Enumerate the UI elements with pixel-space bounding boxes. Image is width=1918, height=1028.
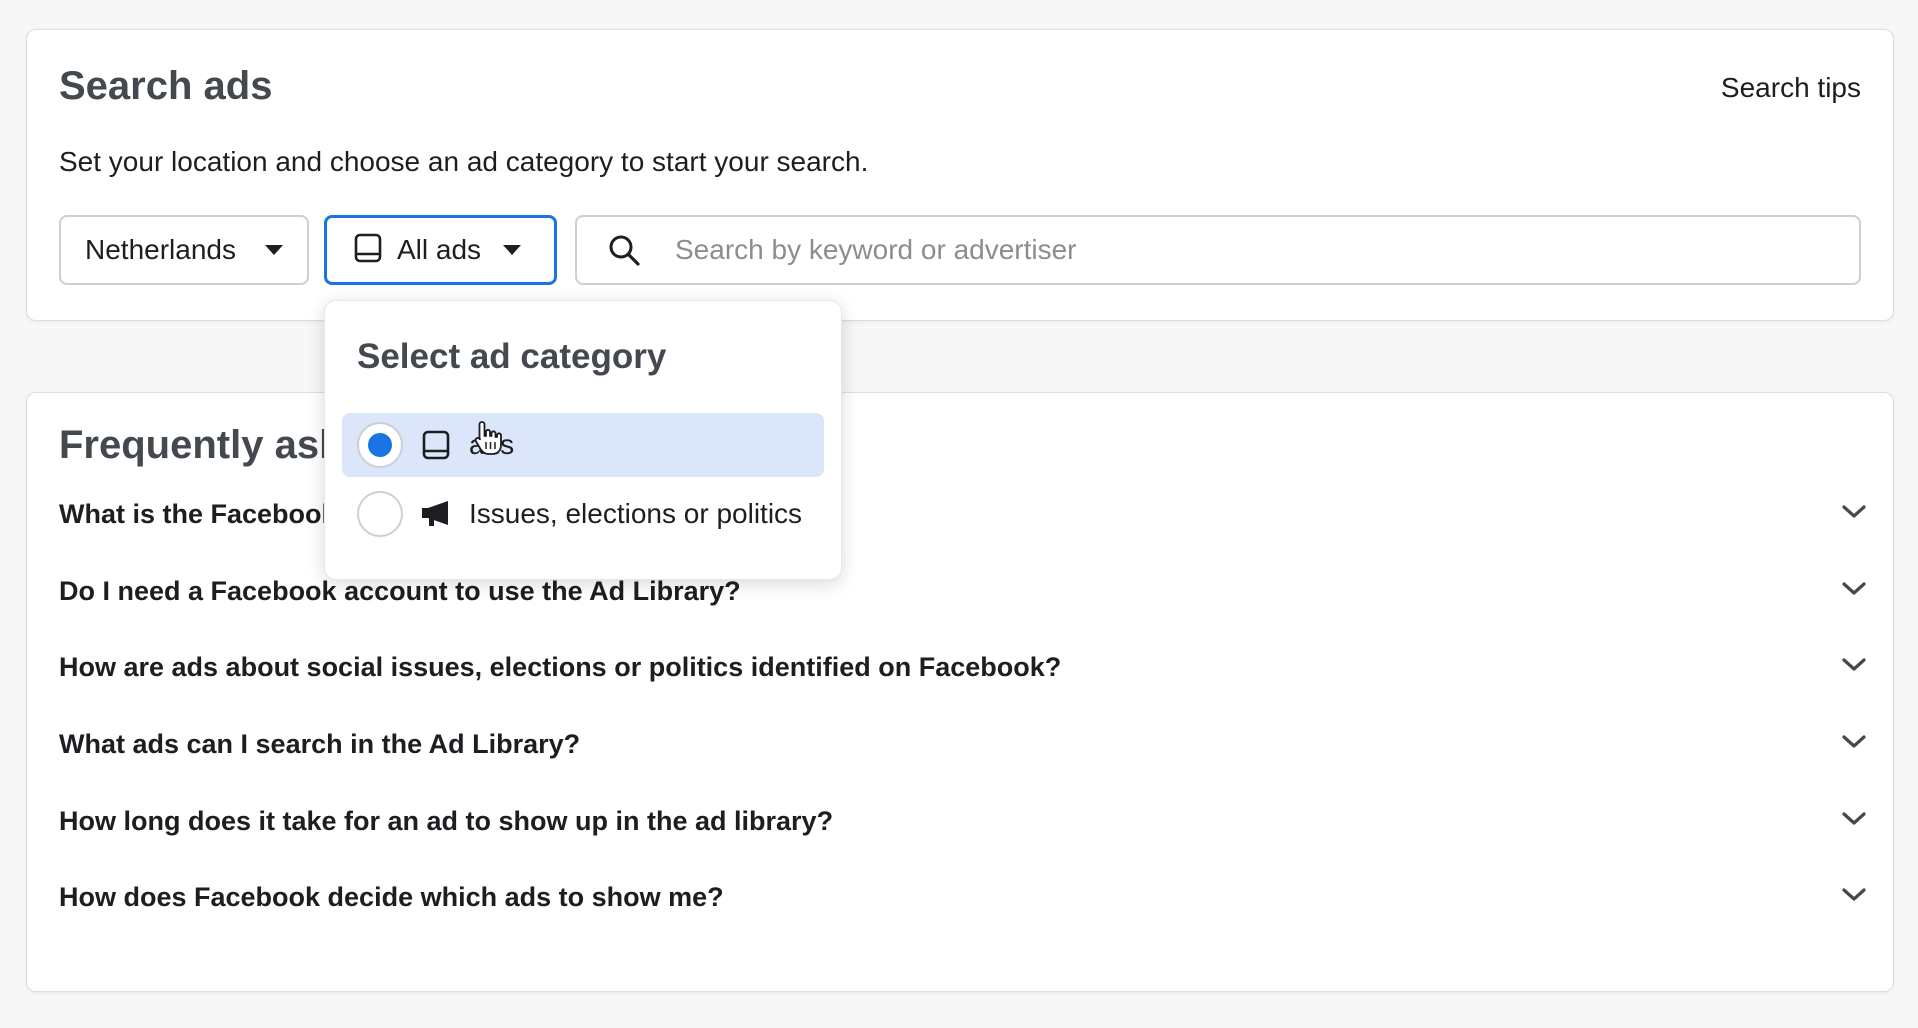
search-input[interactable] [673, 233, 1777, 267]
search-box[interactable] [575, 215, 1861, 285]
chevron-down-icon [1841, 504, 1867, 525]
faq-question: What is the Facebook [59, 498, 337, 529]
category-option-issues-elections-politics[interactable]: Issues, elections or politics [342, 482, 824, 546]
ad-category-dropdown: Select ad category ads Issues, elections… [324, 300, 842, 580]
faq-question: What ads can I search in the Ad Library? [59, 728, 581, 759]
faq-question: How are ads about social issues, electio… [59, 651, 1062, 682]
chevron-down-icon [1841, 657, 1867, 678]
dropdown-title: Select ad category [357, 337, 667, 376]
search-panel-subtitle: Set your location and choose an ad categ… [59, 146, 869, 177]
faq-question: How does Facebook decide which ads to sh… [59, 881, 724, 912]
chevron-down-icon [1841, 887, 1867, 908]
faq-panel: Frequently ask What is the Facebook Do I… [26, 392, 1894, 992]
faq-item[interactable]: What ads can I search in the Ad Library? [59, 714, 1867, 774]
faq-item[interactable]: How are ads about social issues, electio… [59, 637, 1867, 697]
ad-category-value: All ads [397, 234, 482, 265]
chevron-down-icon [1841, 734, 1867, 755]
hand-cursor-icon [473, 420, 503, 461]
ad-category-select[interactable]: All ads [324, 215, 557, 285]
faq-question: How long does it take for an ad to show … [59, 805, 834, 836]
search-panel-title: Search ads [59, 64, 273, 108]
radio-button[interactable] [357, 491, 403, 537]
faq-question: Do I need a Facebook account to use the … [59, 575, 741, 606]
tablet-icon [353, 233, 383, 268]
category-option-all-ads[interactable]: ads [342, 413, 824, 477]
country-select-value: Netherlands [85, 234, 236, 265]
faq-item[interactable]: How long does it take for an ad to show … [59, 791, 1867, 851]
megaphone-icon [421, 499, 451, 529]
option-label: Issues, elections or politics [469, 498, 803, 529]
tablet-icon [421, 430, 451, 460]
search-panel: Search ads Search tips Set your location… [26, 29, 1894, 321]
faq-item[interactable]: How does Facebook decide which ads to sh… [59, 867, 1867, 927]
caret-down-icon [503, 245, 522, 255]
chevron-down-icon [1841, 811, 1867, 832]
caret-down-icon [265, 245, 283, 255]
search-tips-link[interactable]: Search tips [1721, 72, 1861, 104]
search-icon [607, 233, 641, 267]
chevron-down-icon [1841, 581, 1867, 602]
country-select[interactable]: Netherlands [59, 215, 309, 285]
faq-title: Frequently ask [59, 423, 342, 467]
radio-selected-dot [368, 433, 392, 457]
radio-button[interactable] [357, 422, 403, 468]
